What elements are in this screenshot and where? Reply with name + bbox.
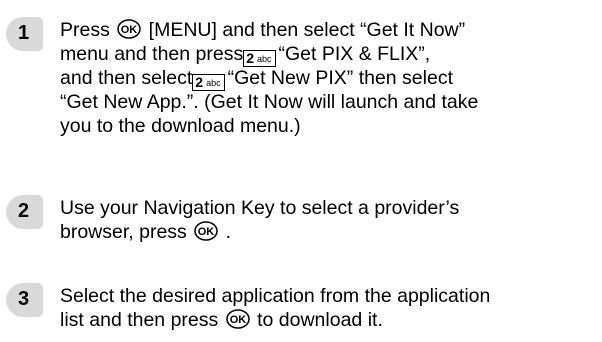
step-1-line-2: menu and then press 2 abc “Get PIX & FLIX”, (60, 43, 431, 67)
step-3-line-1: Select the desired application from the … (60, 285, 491, 307)
key-2abc-icon: 2 abc (243, 50, 276, 67)
step-number-badge: 1 (2, 16, 44, 52)
key-2abc-icon: 2 abc (192, 74, 225, 91)
step-number-badge: 3 (2, 282, 44, 318)
step-1-line-4: “Get New App.”. (Get It Now will launch … (60, 91, 479, 113)
step-1-line-3: and then select 2 abc “Get New PIX” then se… (60, 67, 453, 91)
ok-key-label: OK (121, 24, 138, 36)
ok-key-label: OK (229, 314, 246, 326)
step-number: 2 (18, 200, 30, 222)
step-2-line-1: Use your Navigation Key to select a prov… (60, 197, 460, 219)
step-number: 3 (18, 288, 30, 310)
ok-key-icon: OK (117, 19, 142, 39)
step-1-line-5: you to the download menu.) (60, 115, 301, 137)
step-1-line-1: Press OK [MENU] and then select “Get It … (60, 19, 466, 41)
step-3-line-2: list and then press OK to download it. (60, 309, 383, 331)
step-number: 1 (18, 22, 30, 44)
ok-key-icon: OK (225, 309, 250, 329)
ok-key-label: OK (198, 226, 215, 238)
ok-key-icon: OK (194, 221, 218, 241)
step-number-badge: 2 (2, 194, 44, 230)
step-2-line-2: browser, press OK . (60, 221, 232, 243)
